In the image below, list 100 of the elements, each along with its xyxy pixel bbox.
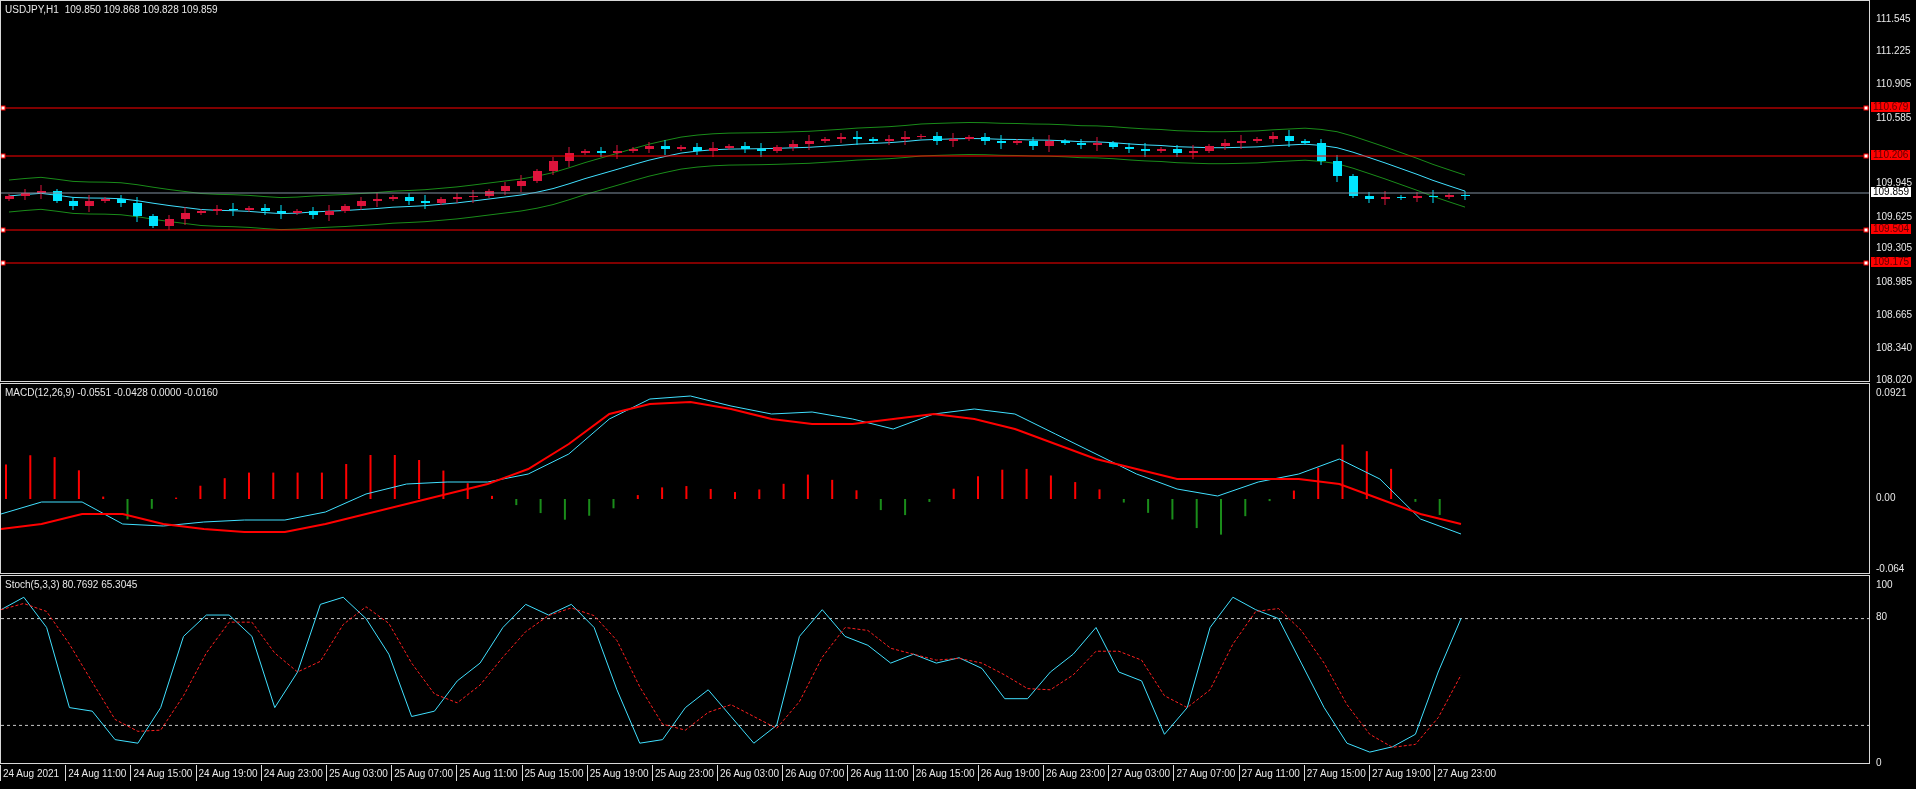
price-level-tag: 109.504 xyxy=(1871,224,1912,234)
histogram-bar xyxy=(1122,499,1125,503)
histogram-bar xyxy=(904,499,907,516)
histogram-bar xyxy=(879,499,882,511)
price-tick-label: 109.625 xyxy=(1876,212,1913,222)
price-level-tag: 109.175 xyxy=(1871,257,1912,267)
histogram-bar xyxy=(393,455,396,499)
histogram-bar xyxy=(1001,469,1004,499)
histogram-bar xyxy=(928,499,931,502)
time-axis-label: 26 Aug 11:00 xyxy=(847,765,913,781)
stochastic-axis-label: 0 xyxy=(1876,758,1882,768)
time-axis-label: 24 Aug 15:00 xyxy=(130,765,196,781)
histogram-bar xyxy=(1414,499,1417,502)
histogram-bar xyxy=(515,499,518,506)
histogram-bar xyxy=(661,487,664,499)
histogram-bar xyxy=(29,455,32,499)
histogram-bar xyxy=(345,464,348,499)
histogram-bar xyxy=(1074,482,1077,499)
histogram-bar xyxy=(1171,499,1174,520)
histogram-bar xyxy=(150,499,153,509)
time-axis-label: 25 Aug 07:00 xyxy=(391,765,457,781)
level-line[interactable] xyxy=(1,227,1869,233)
time-axis-label: 25 Aug 15:00 xyxy=(521,765,587,781)
histogram-bar xyxy=(320,472,323,499)
histogram-bar xyxy=(831,479,834,499)
time-axis-label: 27 Aug 19:00 xyxy=(1368,765,1435,781)
time-axis-label: 26 Aug 19:00 xyxy=(977,765,1043,781)
histogram-bar xyxy=(782,483,785,499)
histogram-bar xyxy=(442,470,445,499)
level-line[interactable] xyxy=(1,153,1869,159)
price-tick-label: 109.945 xyxy=(1876,178,1913,188)
time-axis-label: 27 Aug 23:00 xyxy=(1434,765,1500,781)
histogram-bar xyxy=(636,495,639,499)
histogram-bar xyxy=(53,457,56,499)
time-axis-label: 24 Aug 2021 xyxy=(0,765,66,781)
level-line[interactable] xyxy=(1,105,1869,111)
stochastic-axis-label: 100 xyxy=(1876,580,1893,590)
histogram-bar xyxy=(369,455,372,499)
histogram-bar xyxy=(1341,444,1344,499)
histogram-bar xyxy=(102,496,105,499)
time-axis-label: 26 Aug 03:00 xyxy=(717,765,783,781)
price-level-tag: 110.206 xyxy=(1871,150,1911,160)
time-axis-label: 24 Aug 19:00 xyxy=(195,765,261,781)
price-tick-label: 108.665 xyxy=(1876,310,1913,320)
ohlc-values: 109.850 109.868 109.828 109.859 xyxy=(64,4,218,15)
time-axis-label: 25 Aug 23:00 xyxy=(651,765,718,781)
histogram-bar xyxy=(223,478,226,499)
time-axis-label: 24 Aug 23:00 xyxy=(260,765,326,781)
price-tick-label: 110.585 xyxy=(1876,113,1912,123)
time-axis-label: 24 Aug 11:00 xyxy=(65,765,131,781)
histogram-bar xyxy=(855,490,858,499)
time-axis-label: 25 Aug 03:00 xyxy=(325,765,392,781)
symbol-title: USDJPY,H1 xyxy=(5,4,59,15)
histogram-bar xyxy=(952,488,955,499)
price-tick-label: 108.340 xyxy=(1876,343,1913,353)
current-price-tag: 109.859 xyxy=(1871,187,1912,197)
histogram-bar xyxy=(1098,489,1101,499)
histogram-bar xyxy=(1049,475,1052,499)
time-axis-label: 27 Aug 15:00 xyxy=(1303,765,1369,781)
price-tick-label: 109.305 xyxy=(1876,243,1913,253)
histogram-bar xyxy=(1195,499,1198,529)
time-axis-label: 25 Aug 11:00 xyxy=(456,765,522,781)
histogram-bar xyxy=(758,489,761,499)
level-line[interactable] xyxy=(1,260,1869,266)
histogram-bar xyxy=(1025,468,1028,499)
histogram-bar xyxy=(709,488,712,499)
histogram-bar xyxy=(1390,468,1393,499)
histogram-bar xyxy=(466,483,469,499)
histogram-bar xyxy=(563,499,566,520)
histogram-bar xyxy=(1268,499,1271,502)
histogram-bar xyxy=(1365,451,1368,499)
time-axis-label: 27 Aug 03:00 xyxy=(1108,765,1174,781)
macd-axis-label: 0.00 xyxy=(1876,493,1896,503)
price-tick-label: 111.225 xyxy=(1876,46,1911,56)
histogram-bar xyxy=(539,499,542,514)
histogram-bar xyxy=(612,499,615,509)
price-tick-label: 111.545 xyxy=(1876,14,1911,24)
time-axis-label: 25 Aug 19:00 xyxy=(586,765,652,781)
time-axis-label: 26 Aug 15:00 xyxy=(912,765,978,781)
time-axis-label: 27 Aug 11:00 xyxy=(1238,765,1304,781)
histogram-bar xyxy=(418,460,421,499)
price-level-tag: 110.679 xyxy=(1871,102,1911,112)
macd-label: MACD(12,26,9) -0.0551 -0.0428 0.0000 -0.0160 xyxy=(5,387,218,398)
price-tick-label: 108.020 xyxy=(1876,375,1913,385)
price-tick-label: 110.905 xyxy=(1876,79,1912,89)
stochastic-axis-label: 80 xyxy=(1876,612,1888,622)
time-axis-label: 26 Aug 07:00 xyxy=(782,765,848,781)
histogram-bar xyxy=(1317,468,1320,499)
histogram-bar xyxy=(296,472,299,499)
macd-axis-label: 0.0921 xyxy=(1876,388,1907,398)
histogram-bar xyxy=(126,499,129,520)
histogram-bar xyxy=(77,470,80,499)
histogram-bar xyxy=(1438,499,1441,515)
stochastic-label: Stoch(5,3,3) 80.7692 65.3045 xyxy=(5,579,138,590)
histogram-bar xyxy=(1292,490,1295,499)
histogram-bar xyxy=(588,499,591,516)
macd-axis-label: -0.064 xyxy=(1876,564,1905,574)
time-axis-label: 26 Aug 23:00 xyxy=(1043,765,1109,781)
histogram-bar xyxy=(1244,499,1247,517)
histogram-bar xyxy=(1147,499,1150,513)
